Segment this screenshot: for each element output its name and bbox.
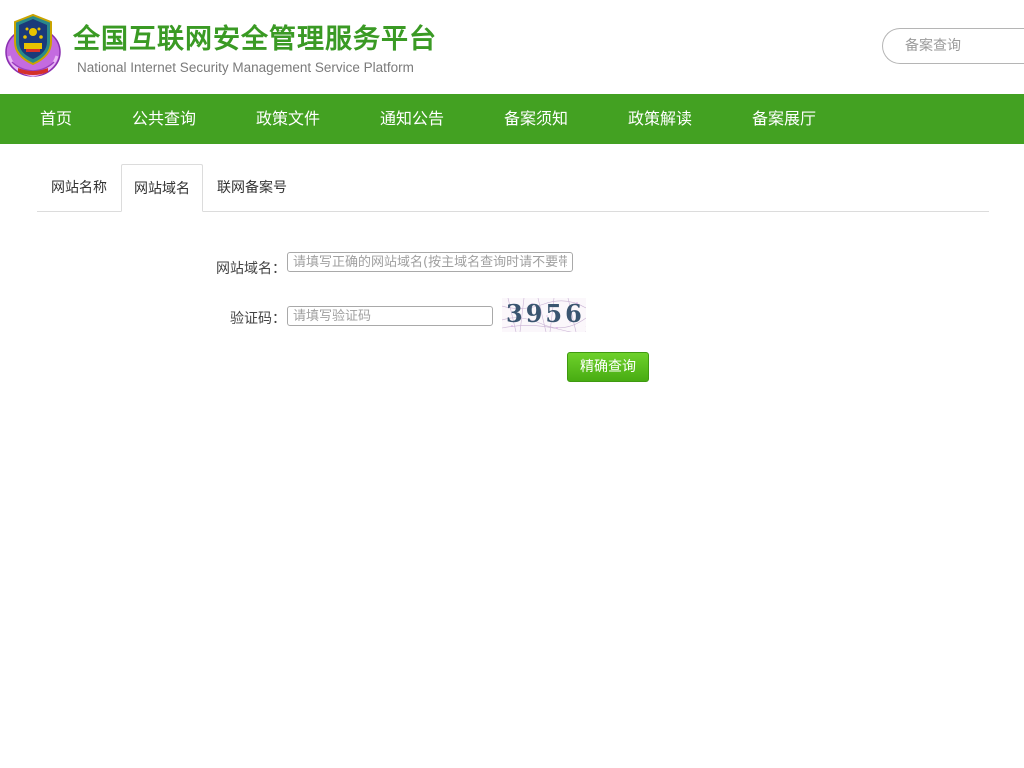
police-emblem-icon xyxy=(5,13,61,77)
query-tabs: 网站名称 网站域名 联网备案号 xyxy=(37,164,989,212)
nav-item-notices[interactable]: 通知公告 xyxy=(380,94,444,144)
nav-item-filing-gallery[interactable]: 备案展厅 xyxy=(752,94,816,144)
nav-item-policy-docs[interactable]: 政策文件 xyxy=(256,94,320,144)
nav-item-home[interactable]: 首页 xyxy=(40,94,72,144)
site-header: 全国互联网安全管理服务平台 National Internet Security… xyxy=(0,0,1024,94)
search-input[interactable] xyxy=(882,28,1024,64)
captcha-image[interactable]: 3956 xyxy=(502,298,586,332)
nav-item-policy-interpretation[interactable]: 政策解读 xyxy=(628,94,692,144)
nav-item-filing-guide[interactable]: 备案须知 xyxy=(504,94,568,144)
tab-filing-number[interactable]: 联网备案号 xyxy=(203,164,301,212)
main-nav: 首页 公共查询 政策文件 通知公告 备案须知 政策解读 备案展厅 xyxy=(0,94,1024,144)
domain-input[interactable] xyxy=(287,252,573,272)
captcha-text: 3956 xyxy=(506,299,585,328)
nav-item-public-query[interactable]: 公共查询 xyxy=(132,94,196,144)
tab-site-name[interactable]: 网站名称 xyxy=(37,164,121,212)
site-title: 全国互联网安全管理服务平台 xyxy=(73,24,437,55)
exact-query-button[interactable]: 精确查询 xyxy=(567,352,649,382)
tab-site-domain[interactable]: 网站域名 xyxy=(121,164,203,212)
site-subtitle: National Internet Security Management Se… xyxy=(77,60,414,75)
captcha-input[interactable] xyxy=(287,306,493,326)
domain-label: 网站域名： xyxy=(216,261,286,277)
captcha-label: 验证码： xyxy=(230,311,286,327)
